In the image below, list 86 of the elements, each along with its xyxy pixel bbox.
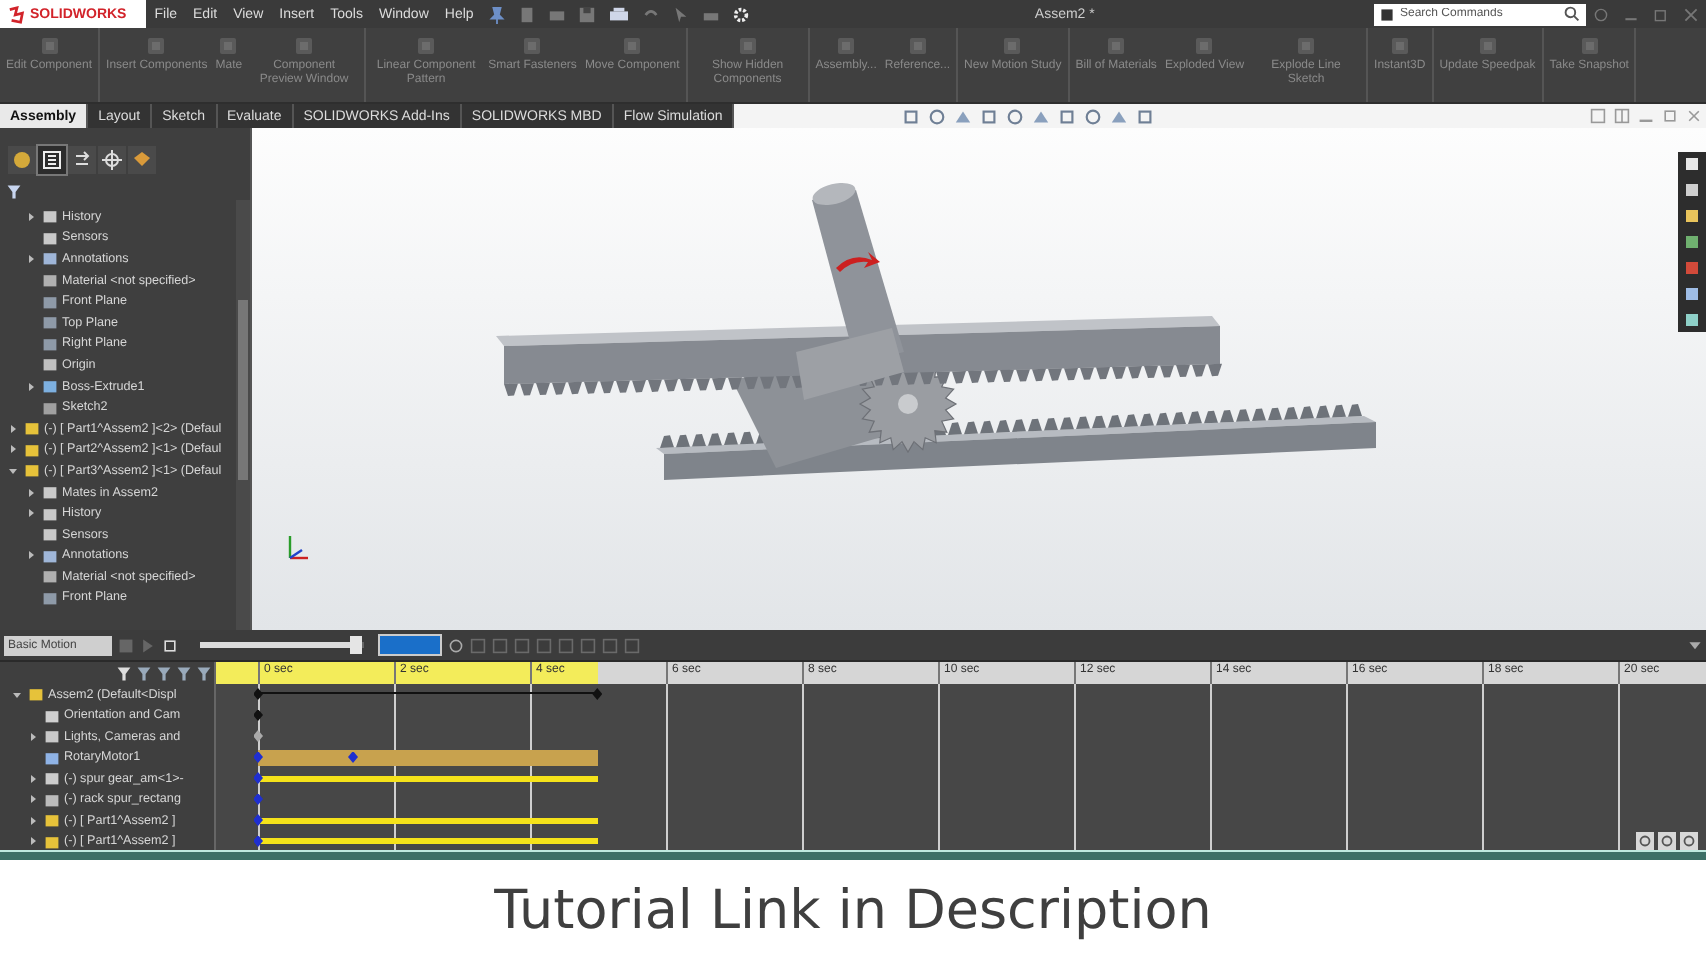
key-point[interactable] — [253, 793, 263, 805]
folder-icon — [44, 728, 60, 745]
motor-icon — [44, 749, 60, 766]
pin-icon[interactable] — [487, 5, 506, 23]
playback-speed-field[interactable] — [378, 634, 442, 656]
settings-icon[interactable] — [731, 5, 750, 23]
origin-icon — [42, 356, 58, 373]
material-icon — [42, 568, 58, 585]
globe-icon — [12, 150, 32, 170]
panel-tab[interactable] — [38, 146, 66, 174]
rack-icon — [44, 791, 60, 808]
plane-icon — [42, 589, 58, 606]
expand-arrow-icon[interactable] — [26, 253, 36, 264]
tool-icon — [146, 36, 167, 56]
crosshair-icon — [102, 150, 122, 170]
filter-icon[interactable] — [6, 184, 22, 200]
properties-icon — [72, 150, 92, 170]
key-point[interactable] — [253, 730, 263, 742]
gear-icon — [44, 770, 60, 787]
annotation-icon — [42, 250, 58, 267]
annotation-icon — [42, 547, 58, 564]
tile-view-icon[interactable] — [1590, 108, 1606, 124]
slider-thumb[interactable] — [349, 636, 362, 654]
tool-icon — [1579, 36, 1600, 56]
expand-arrow-icon[interactable] — [8, 444, 18, 455]
tool-icon — [1296, 36, 1317, 56]
tool-icon — [907, 36, 928, 56]
logo-icon — [8, 5, 26, 23]
material-icon — [42, 272, 58, 289]
folder-icon[interactable] — [1682, 206, 1702, 226]
expand-arrow-icon[interactable] — [26, 381, 36, 392]
expand-arrow-icon[interactable] — [28, 815, 38, 826]
print-icon[interactable] — [607, 5, 630, 23]
key-point[interactable] — [253, 835, 263, 847]
playback-range[interactable] — [216, 662, 598, 684]
search-icon[interactable] — [1564, 6, 1580, 22]
select-icon[interactable] — [671, 5, 690, 23]
tool-icon — [218, 36, 239, 56]
tool-icon — [1477, 36, 1498, 56]
panel-tab[interactable] — [98, 146, 126, 174]
panel-tab[interactable] — [68, 146, 96, 174]
tool-icon — [836, 36, 857, 56]
feature-icon — [42, 378, 58, 395]
key-point[interactable] — [253, 814, 263, 826]
expand-arrow-icon[interactable] — [28, 731, 38, 742]
time-slider[interactable] — [200, 642, 364, 648]
collapse-icon[interactable] — [1688, 638, 1702, 652]
key-point[interactable] — [253, 772, 263, 784]
expand-arrow-icon[interactable] — [28, 836, 38, 847]
playback-mode-icon[interactable] — [448, 637, 464, 653]
expand-arrow-icon[interactable] — [28, 794, 38, 805]
expand-arrow-icon[interactable] — [26, 550, 36, 561]
close-icon[interactable] — [1686, 108, 1702, 124]
tool-icon — [1194, 36, 1215, 56]
expand-arrow-icon[interactable] — [12, 689, 22, 700]
key-point[interactable] — [253, 688, 263, 700]
restore-icon[interactable] — [1654, 7, 1668, 21]
assembly-icon — [28, 686, 44, 703]
tool-icon — [39, 36, 60, 56]
expand-arrow-icon[interactable] — [26, 211, 36, 222]
expand-arrow-icon[interactable] — [26, 508, 36, 519]
tool-icon — [737, 36, 758, 56]
expand-arrow-icon[interactable] — [8, 465, 18, 476]
tool-icon — [522, 36, 543, 56]
tool-icon — [294, 36, 315, 56]
tool-icon — [1002, 36, 1023, 56]
scrollbar[interactable] — [236, 200, 250, 630]
camera-icon — [44, 707, 60, 724]
restore-icon[interactable] — [1662, 108, 1678, 124]
tool-icon — [1389, 36, 1410, 56]
key-point[interactable] — [253, 709, 263, 721]
command-icon — [1380, 7, 1394, 21]
close-icon[interactable] — [1684, 7, 1698, 21]
sketch-icon — [42, 399, 58, 416]
save-icon[interactable] — [577, 5, 596, 23]
tool-icon — [622, 36, 643, 56]
tool-icon — [416, 36, 437, 56]
stop-icon[interactable] — [162, 637, 178, 653]
tree-icon — [42, 150, 62, 170]
axis-triad-icon — [284, 532, 312, 564]
expand-arrow-icon[interactable] — [28, 773, 38, 784]
tool-icon — [1106, 36, 1127, 56]
split-view-icon[interactable] — [1614, 108, 1630, 124]
help-icon[interactable] — [1594, 7, 1608, 21]
expand-arrow-icon[interactable] — [8, 423, 18, 434]
expand-arrow-icon[interactable] — [26, 487, 36, 498]
